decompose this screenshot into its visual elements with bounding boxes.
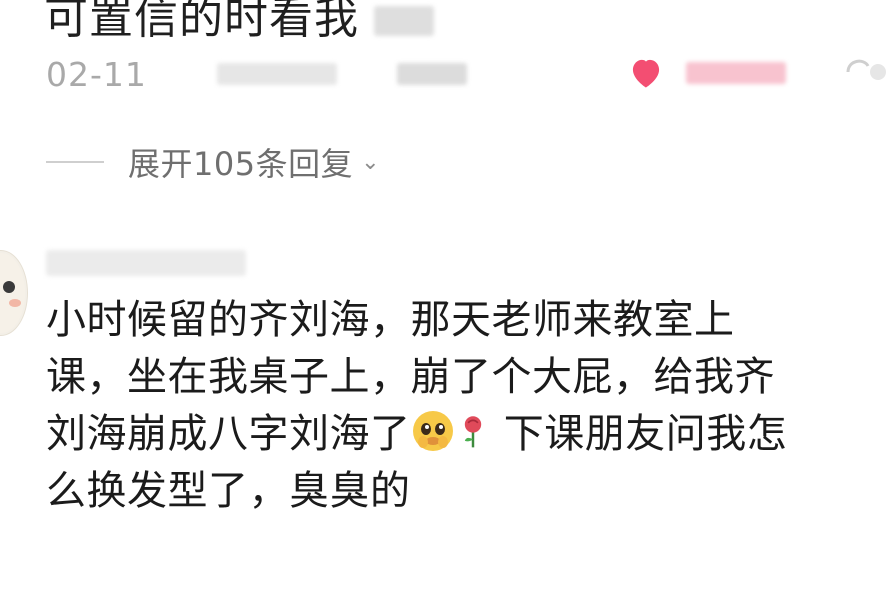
comment-date: 02-11: [46, 54, 147, 94]
comment-meta: 02-11: [46, 54, 467, 94]
comment-line: 课，坐在我桌子上，崩了个大屁，给我齐: [46, 354, 775, 400]
redacted-username[interactable]: [46, 250, 246, 276]
comment-body: 小时候留的齐刘海，那天老师来教室上 课，坐在我桌子上，崩了个大屁，给我齐 刘海崩…: [46, 292, 886, 520]
expand-replies-button[interactable]: 展开105条回复 ⌄: [46, 140, 380, 184]
expand-divider-line: [46, 161, 104, 163]
avatar-image: [0, 253, 25, 333]
previous-comment-text: 可置信的时看我: [44, 0, 434, 46]
reply-icon: [846, 59, 886, 80]
heart-icon: [632, 59, 660, 88]
comment-line-with-emoji: 刘海崩成八字刘海了 下课朋友问我怎: [46, 406, 886, 463]
avatar[interactable]: [0, 250, 28, 336]
redacted-emoji: [374, 6, 434, 36]
expand-replies-label: 展开105条回复: [128, 145, 354, 183]
pleading-face-emoji: [412, 411, 453, 451]
comment-line: 么换发型了，臭臭的: [46, 468, 411, 514]
redacted-like-count: [686, 62, 786, 84]
redacted-location: [216, 63, 337, 85]
comment-thread: 可置信的时看我 02-11 展开105条回复 ⌄ 小时候留的齐刘海，那天老师来教…: [0, 0, 896, 597]
comment-line-text: 下课朋友问我怎: [503, 411, 788, 457]
comment-line: 小时候留的齐刘海，那天老师来教室上: [46, 297, 735, 343]
redacted-reply-link[interactable]: [396, 63, 467, 85]
reply-button[interactable]: [838, 50, 896, 90]
previous-comment-visible-text: 可置信的时看我: [44, 0, 359, 44]
chevron-down-icon: ⌄: [361, 149, 380, 175]
comment-line-text: 刘海崩成八字刘海了: [46, 411, 411, 457]
rose-emoji: [464, 416, 481, 448]
like-button[interactable]: [628, 57, 786, 89]
